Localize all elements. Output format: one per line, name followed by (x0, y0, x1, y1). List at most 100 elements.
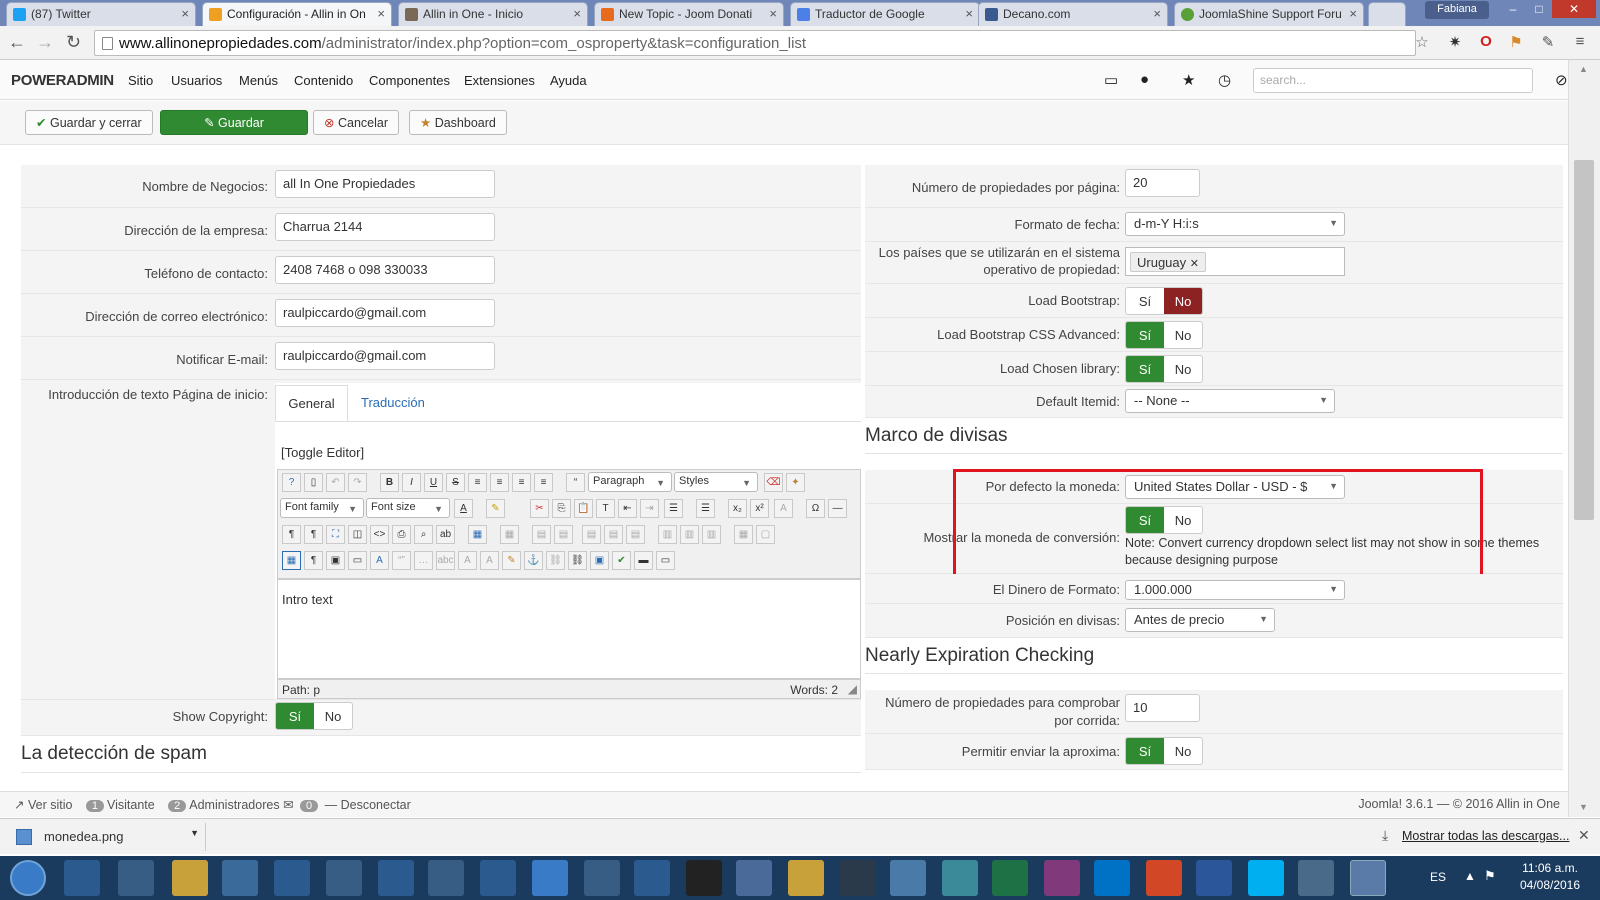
outlook-icon[interactable] (1094, 860, 1130, 896)
tab-decano[interactable]: Decano.com × (978, 2, 1168, 26)
document-icon[interactable] (584, 860, 620, 896)
dashboard-button[interactable]: ★ Dashboard (409, 110, 507, 135)
paragraph-select[interactable]: Paragraph ▼ (588, 472, 672, 492)
resize-handle-icon[interactable]: ◢ (848, 682, 857, 696)
explorer-icon[interactable] (172, 860, 208, 896)
menu-icon[interactable]: ≡ (1572, 33, 1588, 51)
omega-icon[interactable]: Ω (806, 499, 825, 518)
no-option[interactable]: No (1164, 288, 1202, 314)
per-page-field[interactable]: 20 (1125, 169, 1200, 197)
image-icon[interactable]: ▣ (590, 551, 609, 570)
default-itemid-select[interactable]: -- None -- ▼ (1125, 389, 1335, 413)
scroll-up-icon[interactable]: ▲ (1579, 64, 1588, 74)
messages-count[interactable]: 0 (300, 800, 319, 812)
bullet-list-icon[interactable]: ☰ (696, 499, 715, 518)
menu-contenido[interactable]: Contenido (294, 73, 353, 88)
table-icon[interactable]: ▦ (468, 525, 487, 544)
extension-flag-icon[interactable]: ⚑ (1508, 33, 1524, 51)
load-bootstrap-css-toggle[interactable]: Sí No (1125, 321, 1203, 349)
highlight-icon[interactable]: ✎ (486, 499, 505, 518)
back-icon[interactable]: ← (8, 32, 26, 53)
logout-link[interactable]: Desconectar (341, 798, 411, 812)
undo-icon[interactable]: ↶ (326, 473, 345, 492)
spellcheck-icon[interactable]: ✔ (612, 551, 631, 570)
extension-pen-icon[interactable]: ✎ (1540, 33, 1556, 51)
yes-option[interactable]: Sí (1126, 322, 1164, 348)
ins-icon[interactable]: A (480, 551, 499, 570)
italic-icon[interactable]: I (402, 473, 421, 492)
props-check-field[interactable]: 10 (1125, 694, 1200, 722)
show-copyright-toggle[interactable]: Sí No (275, 702, 353, 730)
tab-translation[interactable]: Traducción (361, 395, 425, 410)
charmap-disabled-icon[interactable]: A (774, 499, 793, 518)
close-icon[interactable]: × (965, 6, 973, 21)
tab-google-translate[interactable]: Traductor de Google × (790, 2, 980, 26)
no-option[interactable]: No (1164, 322, 1202, 348)
no-option[interactable]: No (1164, 738, 1202, 764)
font-size-select[interactable]: Font size ▼ (366, 498, 450, 518)
star-icon[interactable]: ★ (1182, 71, 1195, 89)
find-icon[interactable]: ⌕ (414, 525, 433, 544)
delete-table-icon[interactable]: ▦ (500, 525, 519, 544)
style-props-icon[interactable]: A (370, 551, 389, 570)
search-input[interactable]: search... (1253, 68, 1533, 93)
link-icon[interactable]: ⛓ (568, 551, 587, 570)
row-props-icon[interactable]: ▤ (532, 525, 551, 544)
star-bookmark-icon[interactable]: ☆ (1414, 33, 1430, 51)
brand-logo[interactable]: POWERADMIN (11, 72, 114, 89)
close-icon[interactable]: ✕ (1578, 827, 1590, 844)
save-close-button[interactable]: ✔ Guardar y cerrar (25, 110, 153, 135)
printer-icon[interactable] (480, 860, 516, 896)
text-color-icon[interactable]: A (454, 499, 473, 518)
merge-cells-icon[interactable]: ▢ (756, 525, 775, 544)
copy-icon[interactable]: ⎘ (552, 499, 571, 518)
redo-icon[interactable]: ↷ (348, 473, 367, 492)
acronym-icon[interactable]: abc (436, 551, 455, 570)
preview-icon[interactable]: ◫ (348, 525, 367, 544)
subscript-icon[interactable]: x₂ (728, 499, 747, 518)
ltr-icon[interactable]: ¶ (282, 525, 301, 544)
settings-app-icon[interactable] (890, 860, 926, 896)
tab-allinone-inicio[interactable]: Allin in One - Inicio × (398, 2, 588, 26)
chrome-icon[interactable] (274, 860, 310, 896)
url-input[interactable]: www.allinonepropiedades.com/administrato… (94, 30, 1416, 56)
powerpoint-icon[interactable] (1146, 860, 1182, 896)
download-item[interactable]: monedea.png ▼ (6, 823, 206, 851)
attributes-icon[interactable]: ✎ (502, 551, 521, 570)
remove-icon[interactable]: ✕ (1190, 258, 1199, 270)
phone-field[interactable]: 2408 7468 o 098 330033 (275, 256, 495, 284)
clock[interactable]: 11:06 a.m. 04/08/2016 (1510, 860, 1590, 894)
tab-joomlashine[interactable]: JoomlaShine Support Foru × (1174, 2, 1364, 26)
media-icon[interactable]: ▭ (656, 551, 675, 570)
chevron-down-icon[interactable]: ▼ (190, 828, 199, 838)
opera-icon[interactable]: O (1478, 33, 1494, 51)
notify-email-field[interactable]: raulpiccardo@gmail.com (275, 342, 495, 370)
apps-grid-icon[interactable] (222, 860, 258, 896)
pilcrow-icon[interactable]: ¶ (304, 551, 323, 570)
menu-menus[interactable]: Menús (239, 73, 278, 88)
close-window-icon[interactable]: ✕ (1552, 0, 1596, 18)
cite-icon[interactable]: “” (392, 551, 411, 570)
print-icon[interactable]: ⎙ (392, 525, 411, 544)
styles-select[interactable]: Styles ▼ (674, 472, 758, 492)
archive-icon[interactable] (428, 860, 464, 896)
address-field[interactable]: Charrua 2144 (275, 213, 495, 241)
fullscreen-icon[interactable]: ⛶ (326, 525, 345, 544)
close-icon[interactable]: × (181, 6, 189, 21)
clock-icon[interactable]: ◷ (1218, 71, 1231, 89)
media-player-icon[interactable] (64, 860, 100, 896)
folder-icon[interactable] (788, 860, 824, 896)
eraser-icon[interactable]: ⌫ (764, 473, 783, 492)
align-left-icon[interactable]: ≡ (512, 473, 531, 492)
new-document-icon[interactable]: ▯ (304, 473, 323, 492)
font-family-select[interactable]: Font family ▼ (280, 498, 364, 518)
check-circle-icon[interactable]: ⊘ (1555, 71, 1568, 89)
no-option[interactable]: No (1164, 356, 1202, 382)
horizontal-rule-icon[interactable]: — (828, 499, 847, 518)
tray-arrow-icon[interactable]: ▲ (1464, 869, 1476, 883)
menu-extensiones[interactable]: Extensiones (464, 73, 535, 88)
winrar-icon[interactable] (378, 860, 414, 896)
yes-option[interactable]: Sí (1126, 356, 1164, 382)
close-icon[interactable]: × (377, 6, 385, 21)
col-after-icon[interactable]: ▥ (680, 525, 699, 544)
